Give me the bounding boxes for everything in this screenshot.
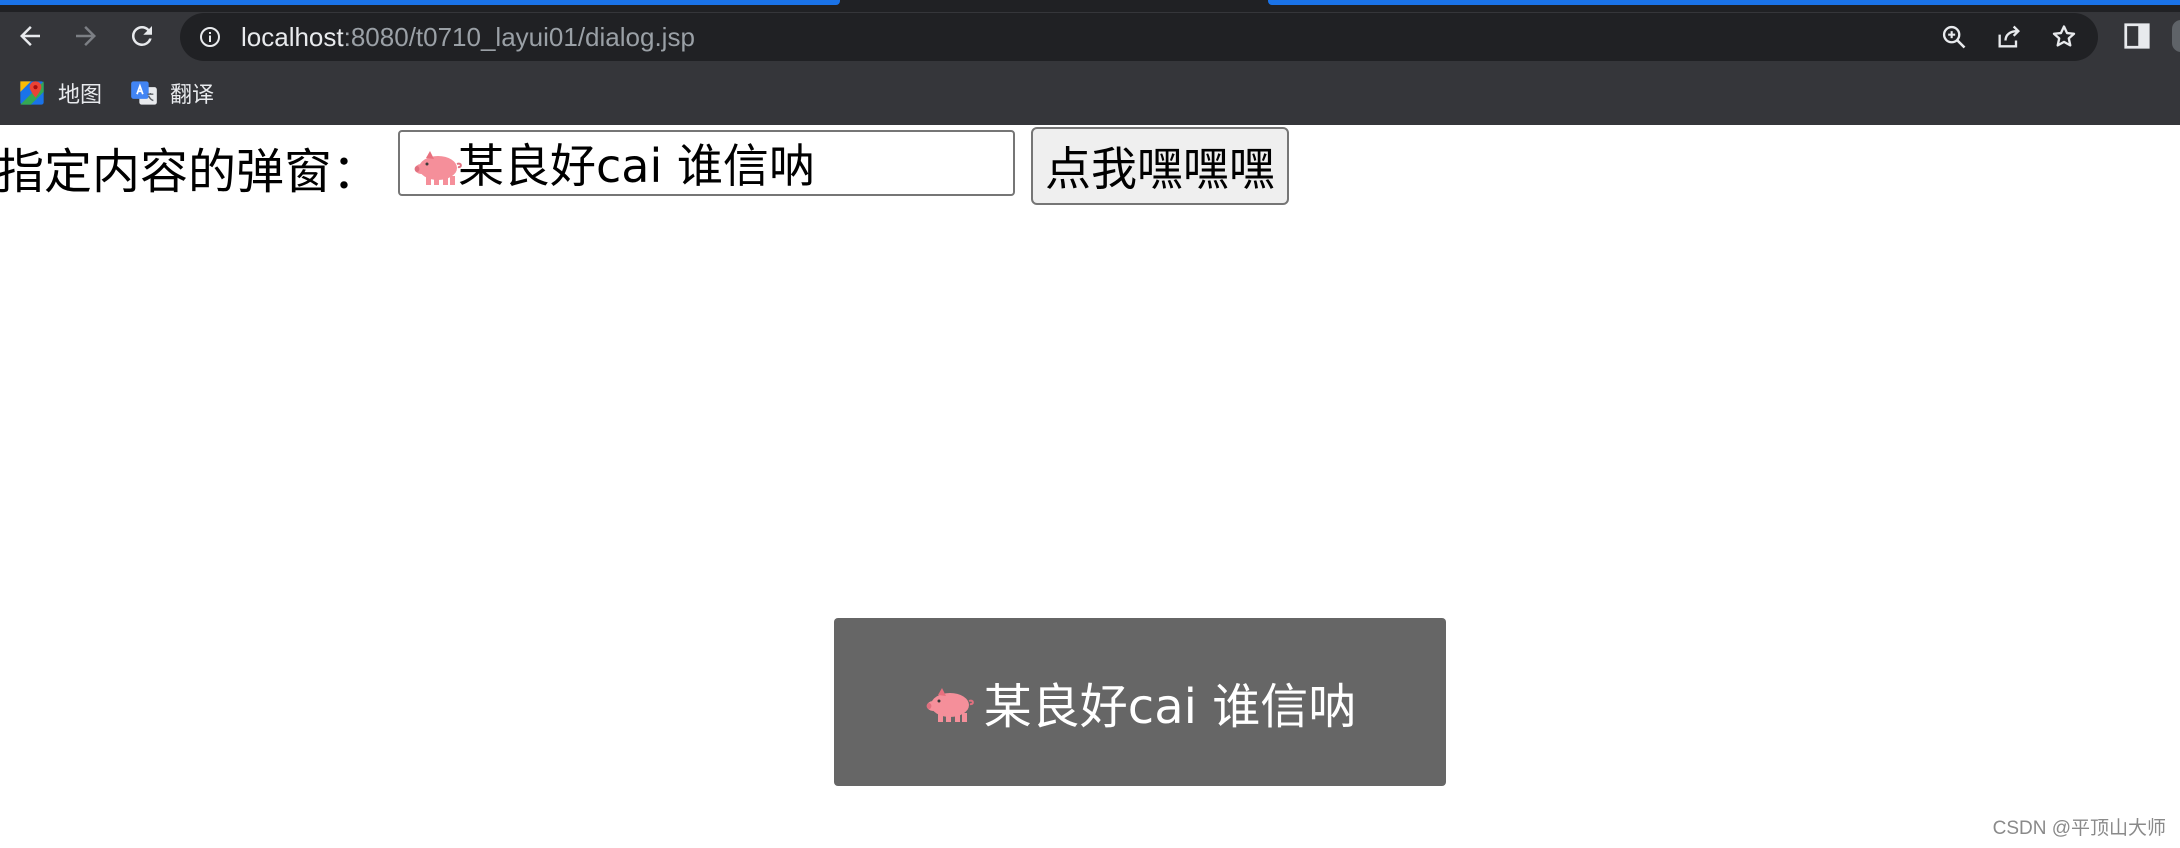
info-icon[interactable] (198, 25, 222, 49)
reload-button[interactable] (122, 16, 162, 56)
star-icon[interactable] (2050, 23, 2078, 51)
share-icon[interactable] (1995, 23, 2023, 51)
show-dialog-button[interactable]: 点我嘿嘿嘿 (1031, 127, 1289, 205)
browser-chrome: localhost:8080/t0710_layui01/dialog.jsp (0, 0, 2180, 125)
dialog-content-input[interactable] (398, 130, 1015, 196)
profile-avatar[interactable] (2172, 20, 2180, 52)
bookmark-translate[interactable]: 翻译 (130, 76, 214, 110)
reload-icon (131, 25, 152, 46)
arrow-right-icon (76, 26, 96, 46)
url-text[interactable]: localhost:8080/t0710_layui01/dialog.jsp (241, 13, 695, 61)
zoom-icon[interactable] (1940, 23, 1968, 51)
dialog-message: 某良好cai 谁信呐 (834, 618, 1446, 786)
tab-right[interactable] (1268, 0, 2180, 5)
pig-icon (926, 688, 974, 722)
tab-strip (0, 0, 2180, 12)
bookmark-maps[interactable]: 地图 (18, 76, 102, 110)
google-translate-icon (131, 81, 157, 105)
url-path: :8080/t0710_layui01/dialog.jsp (343, 22, 695, 52)
address-bar[interactable]: localhost:8080/t0710_layui01/dialog.jsp (180, 13, 2098, 61)
arrow-left-icon (20, 26, 40, 46)
forward-button[interactable] (66, 16, 106, 56)
dialog-message-text: 某良好cai 谁信呐 (983, 679, 1357, 735)
bookmark-translate-label: 翻译 (170, 83, 215, 108)
tab-left[interactable] (0, 0, 840, 5)
watermark: CSDN @平顶山大师 (1992, 818, 2166, 839)
back-button[interactable] (10, 16, 50, 56)
side-panel-icon[interactable] (2122, 21, 2152, 51)
url-host: localhost (241, 22, 344, 52)
dialog-content-label: 指定内容的弹窗： (0, 144, 381, 200)
google-maps-icon (20, 81, 44, 105)
page-content: 指定内容的弹窗： 点我嘿嘿嘿 某良好cai 谁信呐 CSDN @平顶山大师 (0, 126, 2180, 848)
bookmark-maps-label: 地图 (58, 83, 103, 108)
